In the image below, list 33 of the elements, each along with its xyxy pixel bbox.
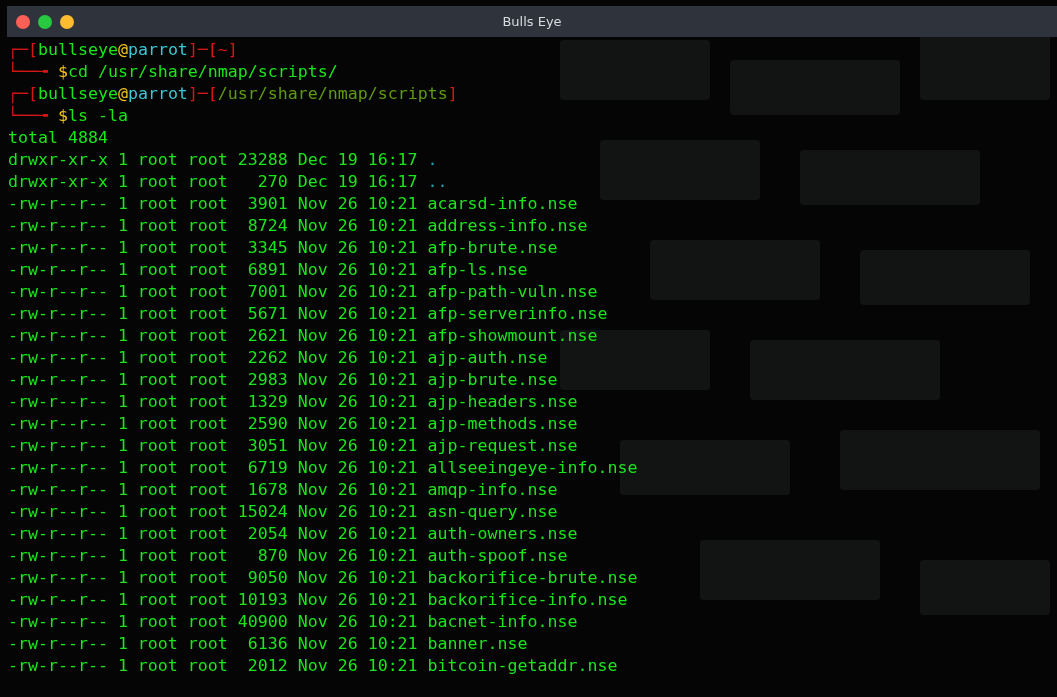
command-line: └──╼ $cd /usr/share/nmap/scripts/ — [8, 61, 338, 83]
listing-line: -rw-r--r-- 1 root root 10193 Nov 26 10:21 backorifice-info.nse — [8, 589, 628, 611]
listing-line: -rw-r--r-- 1 root root 1329 Nov 26 10:21 ajp-headers.nse — [8, 391, 578, 413]
listing-line: -rw-r--r-- 1 root root 2012 Nov 26 10:21 bitcoin-getaddr.nse — [8, 655, 618, 677]
window-title: Bulls Eye — [502, 14, 562, 29]
listing-line: -rw-r--r-- 1 root root 6891 Nov 26 10:21 afp-ls.nse — [8, 259, 528, 281]
maximize-button[interactable] — [60, 14, 74, 29]
listing-line: -rw-r--r-- 1 root root 2054 Nov 26 10:21 auth-owners.nse — [8, 523, 578, 545]
listing-line: -rw-r--r-- 1 root root 9050 Nov 26 10:21 backorifice-brute.nse — [8, 567, 638, 589]
listing-line: -rw-r--r-- 1 root root 6136 Nov 26 10:21 banner.nse — [8, 633, 528, 655]
listing-line: -rw-r--r-- 1 root root 3051 Nov 26 10:21 ajp-request.nse — [8, 435, 578, 457]
listing-line: -rw-r--r-- 1 root root 8724 Nov 26 10:21 address-info.nse — [8, 215, 588, 237]
listing-line: -rw-r--r-- 1 root root 6719 Nov 26 10:21 allseeingeye-info.nse — [8, 457, 638, 479]
listing-line: -rw-r--r-- 1 root root 3345 Nov 26 10:21 afp-brute.nse — [8, 237, 558, 259]
minimize-button[interactable] — [38, 14, 52, 29]
listing-line: -rw-r--r-- 1 root root 2590 Nov 26 10:21 ajp-methods.nse — [8, 413, 578, 435]
listing-line: -rw-r--r-- 1 root root 40900 Nov 26 10:21 bacnet-info.nse — [8, 611, 578, 633]
prompt-line: ┌─[bullseye@parrot]─[~] — [8, 39, 238, 61]
prompt-line: ┌─[bullseye@parrot]─[/usr/share/nmap/scripts] — [8, 83, 458, 105]
listing-line: drwxr-xr-x 1 root root 270 Dec 19 16:17 .. — [8, 171, 448, 193]
listing-line: -rw-r--r-- 1 root root 1678 Nov 26 10:21 amqp-info.nse — [8, 479, 558, 501]
listing-line: -rw-r--r-- 1 root root 5671 Nov 26 10:21 afp-serverinfo.nse — [8, 303, 608, 325]
listing-line: -rw-r--r-- 1 root root 3901 Nov 26 10:21 acarsd-info.nse — [8, 193, 578, 215]
listing-line: -rw-r--r-- 1 root root 2983 Nov 26 10:21 ajp-brute.nse — [8, 369, 558, 391]
output-line: total 4884 — [8, 127, 108, 149]
listing-line: -rw-r--r-- 1 root root 7001 Nov 26 10:21 afp-path-vuln.nse — [8, 281, 598, 303]
listing-line: -rw-r--r-- 1 root root 870 Nov 26 10:21 auth-spoof.nse — [8, 545, 568, 567]
listing-line: -rw-r--r-- 1 root root 2621 Nov 26 10:21 afp-showmount.nse — [8, 325, 598, 347]
close-button[interactable] — [16, 14, 30, 29]
listing-line: -rw-r--r-- 1 root root 15024 Nov 26 10:21 asn-query.nse — [8, 501, 558, 523]
command-line: └──╼ $ls -la — [8, 105, 128, 127]
listing-line: -rw-r--r-- 1 root root 2262 Nov 26 10:21 ajp-auth.nse — [8, 347, 548, 369]
listing-line: drwxr-xr-x 1 root root 23288 Dec 19 16:17 . — [8, 149, 438, 171]
